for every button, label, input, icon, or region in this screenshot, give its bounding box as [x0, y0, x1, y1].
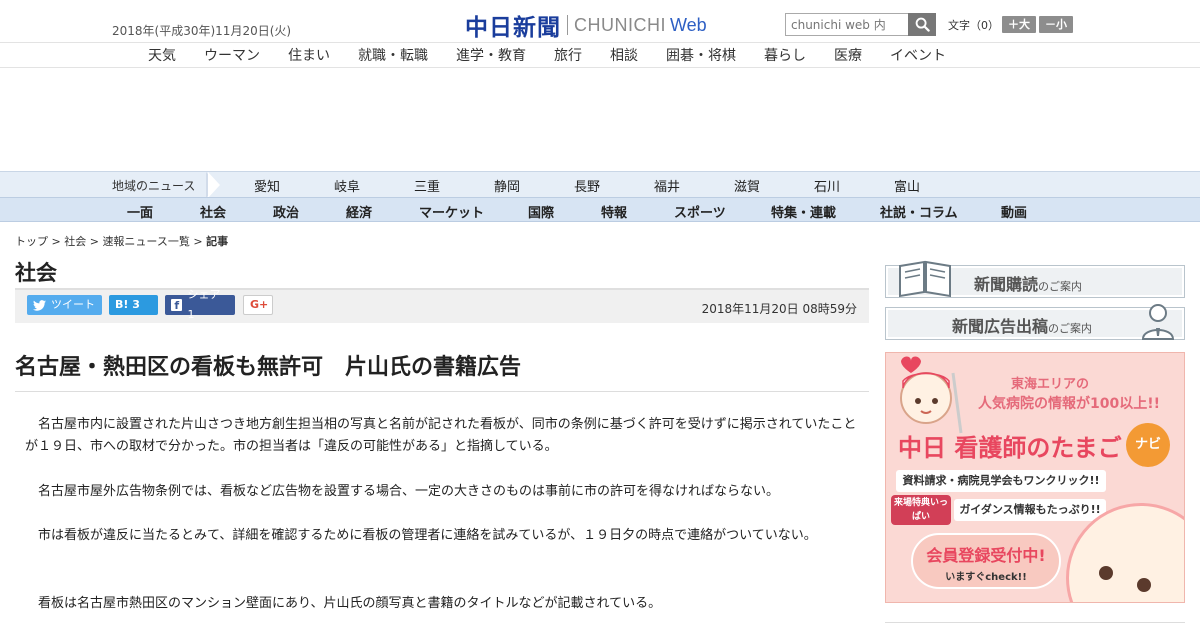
font-larger-button[interactable]: ＋大	[1002, 16, 1036, 33]
breadcrumb-list[interactable]: 速報ニュース一覧	[102, 235, 189, 248]
service-nav-item[interactable]: 暮らし	[764, 45, 806, 65]
breadcrumb-separator: >	[86, 235, 103, 248]
logo-separator	[567, 15, 568, 35]
site-header: 2018年(平成30年)11月20日(火) 中日新聞 CHUNICHI Web …	[0, 0, 1200, 43]
site-logo[interactable]: 中日新聞 CHUNICHI Web	[465, 8, 707, 42]
category-item[interactable]: 特集・連載	[771, 202, 836, 221]
category-nav: 一面 社会 政治 経済 マーケット 国際 特報 スポーツ 特集・連載 社説・コラ…	[0, 197, 1200, 222]
banner-gift-badge: 来場特典いっぱい	[891, 495, 951, 525]
banner-cta-sub: いますぐcheck!!	[945, 572, 1027, 583]
logo-web: Web	[670, 14, 707, 35]
font-size-control: 文字（0） ＋大 －小	[948, 16, 1073, 33]
banner-region-text: 東海エリアの	[1011, 377, 1090, 392]
article-paragraph: 市は看板が違反に当たるとみて、詳細を確認するために看板の管理者に連絡を試みている…	[38, 528, 817, 543]
headline-divider	[15, 391, 869, 392]
sidebar-divider	[885, 622, 1185, 623]
font-smaller-button[interactable]: －小	[1039, 16, 1073, 33]
logo-english: CHUNICHI	[574, 14, 666, 35]
banner-title: 中日 看護師のたまご	[898, 434, 1122, 462]
region-item-gifu[interactable]: 岐阜	[334, 176, 360, 195]
google-plus-button[interactable]: G+	[243, 295, 273, 315]
category-item[interactable]: スポーツ	[674, 202, 726, 221]
open-book-icon	[899, 260, 951, 298]
region-item-nagano[interactable]: 長野	[574, 176, 600, 195]
breadcrumb-top[interactable]: トップ	[15, 235, 48, 248]
category-item[interactable]: 特報	[601, 202, 627, 221]
breadcrumb-current: 記事	[206, 235, 229, 248]
subscribe-guide-button[interactable]: 新聞購読のご案内	[885, 260, 1185, 298]
service-nav-item[interactable]: 旅行	[554, 45, 582, 65]
mascot-eye	[1099, 566, 1113, 580]
facebook-icon: f	[171, 299, 183, 312]
region-item-mie[interactable]: 三重	[414, 176, 440, 195]
region-news-bar: 地域のニュース 愛知 岐阜 三重 静岡 長野 福井 滋賀 石川 富山	[0, 171, 1200, 198]
region-arrow	[208, 172, 220, 198]
breadcrumb: トップ > 社会 > 速報ニュース一覧 > 記事	[15, 233, 228, 249]
service-nav-item[interactable]: 天気	[148, 45, 176, 65]
banner-navi-badge: ナビ	[1126, 423, 1170, 467]
region-item-shizuoka[interactable]: 静岡	[494, 176, 520, 195]
category-item[interactable]: 経済	[346, 202, 372, 221]
category-item[interactable]: マーケット	[419, 202, 484, 221]
current-date: 2018年(平成30年)11月20日(火)	[112, 24, 292, 38]
facebook-label: シェア 1	[187, 288, 221, 321]
person-icon	[1141, 304, 1175, 340]
google-plus-label: G+	[250, 298, 269, 311]
font-size-label: 文字（0）	[948, 18, 999, 32]
category-item[interactable]: 国際	[528, 202, 554, 221]
article-paragraph: 看板は名古屋市熱田区のマンション壁面にあり、片山氏の顔写真と書籍のタイトルなどが…	[38, 596, 662, 611]
logo-japanese: 中日新聞	[465, 14, 561, 41]
service-nav-item[interactable]: 就職・転職	[358, 45, 428, 65]
service-nav-item[interactable]: 医療	[834, 45, 862, 65]
service-nav-item[interactable]: 住まい	[288, 45, 330, 65]
region-item-ishikawa[interactable]: 石川	[814, 176, 840, 195]
region-item-toyama[interactable]: 富山	[894, 176, 920, 195]
ad-placement-guide-button[interactable]: 新聞広告出稿のご案内	[885, 304, 1185, 340]
breadcrumb-separator: >	[189, 235, 207, 248]
banner-cta-main: 会員登録受付中!	[926, 546, 1046, 565]
twitter-bird-icon	[33, 299, 46, 311]
service-nav-item[interactable]: イベント	[890, 45, 946, 65]
service-nav-item[interactable]: 囲碁・将棋	[666, 45, 736, 65]
region-news-title[interactable]: 地域のニュース	[112, 177, 195, 194]
banner-feature-1: 資料請求・病院見学会もワンクリック!!	[896, 470, 1106, 492]
nurse-navi-banner[interactable]: 東海エリアの 人気病院の情報が100以上!! 中日 看護師のたまご ナビ 資料請…	[885, 352, 1185, 603]
category-item[interactable]: 政治	[273, 202, 299, 221]
service-nav-item[interactable]: 進学・教育	[456, 45, 526, 65]
region-item-aichi[interactable]: 愛知	[254, 176, 280, 195]
tweet-button[interactable]: ツイート	[27, 295, 102, 315]
service-nav-item[interactable]: ウーマン	[204, 45, 260, 65]
mascot-eye	[1137, 578, 1151, 592]
banner-hospital-text: 人気病院の情報が100以上!!	[978, 396, 1160, 412]
banner-register-cta[interactable]: 会員登録受付中! いますぐcheck!!	[911, 533, 1061, 589]
breadcrumb-section[interactable]: 社会	[64, 235, 86, 248]
banner-feature-2: ガイダンス情報もたっぷり!!	[954, 499, 1106, 521]
section-title: 社会	[15, 261, 57, 285]
service-nav-item[interactable]: 相談	[610, 45, 638, 65]
category-item[interactable]: 社会	[200, 202, 226, 221]
region-item-shiga[interactable]: 滋賀	[734, 176, 760, 195]
subscribe-guide-label: 新聞購読のご案内	[974, 275, 1083, 294]
article-paragraph: 名古屋市内に設置された片山さつき地方創生担当相の写真と名前が記された看板が、同市…	[25, 417, 857, 454]
category-item[interactable]: 動画	[1001, 202, 1027, 221]
service-nav: 天気 ウーマン 住まい 就職・転職 進学・教育 旅行 相談 囲碁・将棋 暮らし …	[0, 44, 1200, 68]
search-button[interactable]	[908, 13, 936, 36]
search-input[interactable]	[785, 13, 908, 36]
article-headline: 名古屋・熱田区の看板も無許可 片山氏の書籍広告	[15, 355, 522, 380]
category-item[interactable]: 一面	[127, 202, 153, 221]
share-bar: ツイート B! 3 f シェア 1 G+ 2018年11月20日 08時59分	[15, 288, 869, 323]
category-item[interactable]: 社説・コラム	[880, 202, 958, 221]
search-icon	[915, 17, 930, 32]
facebook-share-button[interactable]: f シェア 1	[165, 288, 235, 321]
ad-placement-guide-label: 新聞広告出稿のご案内	[952, 317, 1093, 336]
publish-date: 2018年11月20日 08時59分	[701, 302, 857, 316]
tweet-label: ツイート	[51, 298, 95, 311]
hatena-bookmark-button[interactable]: B! 3	[109, 295, 158, 315]
hatena-label: B! 3	[115, 298, 140, 311]
site-search	[785, 13, 936, 36]
breadcrumb-separator: >	[48, 235, 65, 248]
article-paragraph: 名古屋市屋外広告物条例では、看板など広告物を設置する場合、一定の大きさのものは事…	[38, 484, 780, 499]
region-item-fukui[interactable]: 福井	[654, 176, 680, 195]
